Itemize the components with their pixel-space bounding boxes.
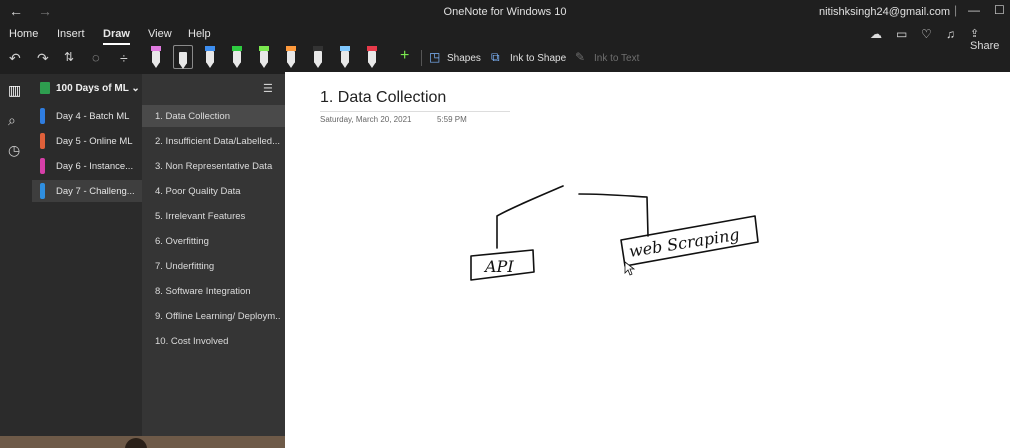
- pen-orange-icon[interactable]: [285, 45, 297, 69]
- toolbar-divider: [421, 50, 422, 66]
- section-item[interactable]: Day 4 - Batch ML: [32, 105, 142, 127]
- section-color-tab: [40, 158, 45, 174]
- highlighter-purple-icon[interactable]: [150, 45, 162, 69]
- chevron-down-icon: ⌄: [131, 83, 140, 94]
- notes-icon[interactable]: ▭: [896, 27, 907, 41]
- ink-to-shape-icon[interactable]: ⧉: [491, 50, 500, 65]
- ink-to-text-icon: ✎: [575, 50, 586, 64]
- pen-red-icon[interactable]: [366, 45, 378, 69]
- highlighter-green-icon[interactable]: [258, 45, 270, 69]
- page-label: 6. Overfitting: [155, 236, 209, 247]
- section-item[interactable]: Day 5 - Online ML: [32, 130, 142, 152]
- notebooks-icon[interactable]: ▥: [8, 82, 21, 99]
- pen-green-icon[interactable]: [231, 45, 243, 69]
- section-label: Day 6 - Instance...: [56, 161, 134, 172]
- webcam-overlay: [0, 436, 285, 448]
- pen-black-2-icon[interactable]: [312, 45, 324, 69]
- note-canvas[interactable]: 1. Data Collection Saturday, March 20, 2…: [285, 72, 1010, 448]
- page-list-item[interactable]: 4. Poor Quality Data: [142, 180, 285, 202]
- page-list-item[interactable]: 8. Software Integration: [142, 280, 285, 302]
- section-label: Day 4 - Batch ML: [56, 111, 130, 122]
- page-label: 3. Non Representative Data: [155, 161, 273, 172]
- share-icon: ⇪: [970, 28, 980, 40]
- bell-icon[interactable]: ♫: [946, 27, 955, 41]
- page-list-item[interactable]: 6. Overfitting: [142, 230, 285, 252]
- account-email[interactable]: nitishksingh24@gmail.com: [819, 6, 950, 18]
- page-label: 9. Offline Learning/ Deploym...: [155, 311, 280, 322]
- section-label: Day 5 - Online ML: [56, 136, 133, 147]
- tab-help[interactable]: Help: [188, 28, 211, 40]
- ink-branch-left: [496, 185, 564, 249]
- shapes-icon[interactable]: ◳: [429, 50, 440, 64]
- section-label: Day 7 - Challeng...: [56, 186, 135, 197]
- section-item[interactable]: Day 7 - Challeng...: [32, 180, 142, 202]
- presenter-head: [125, 438, 147, 448]
- ink-drawing[interactable]: API web Scraping: [285, 72, 1010, 448]
- section-color-tab: [40, 133, 45, 149]
- sort-icon[interactable]: ☰: [263, 82, 273, 95]
- lightbulb-icon[interactable]: ♡: [921, 27, 932, 41]
- lasso-select-icon[interactable]: ◌: [92, 50, 100, 65]
- page-label: 5. Irrelevant Features: [155, 211, 246, 222]
- page-label: 7. Underfitting: [155, 261, 215, 272]
- page-label: 2. Insufficient Data/Labelled...: [155, 136, 280, 147]
- pages-panel: 1. Data Collection 2. Insufficient Data/L…: [142, 74, 285, 448]
- sections-panel: 100 Days of ML ⌄ Day 4 - Batch ML Day 5 -…: [32, 74, 142, 448]
- page-list-item[interactable]: 9. Offline Learning/ Deploym...: [142, 305, 285, 327]
- pen-light-blue-icon[interactable]: [339, 45, 351, 69]
- redo-icon[interactable]: ↷: [37, 50, 49, 67]
- tab-home[interactable]: Home: [9, 28, 38, 40]
- page-label: 1. Data Collection: [155, 111, 230, 122]
- page-list-item[interactable]: 7. Underfitting: [142, 255, 285, 277]
- insert-space-icon[interactable]: ÷: [120, 50, 128, 66]
- page-label: 4. Poor Quality Data: [155, 186, 241, 197]
- tab-insert[interactable]: Insert: [57, 28, 85, 40]
- recent-clock-icon[interactable]: ◷: [8, 142, 20, 159]
- draw-toolbar: ↶ ↷ ⇅ ◌ ÷ + ◳ Shapes ⧉ Ink to Shape ✎ In…: [0, 44, 1010, 72]
- separator-icon: |: [954, 3, 958, 17]
- nav-rail: ▥ ⌕ ◷: [0, 74, 32, 448]
- ribbon-tabs: Home Insert Draw View Help ☁ ▭ ♡ ♫ ⇪ Sha…: [0, 24, 1010, 52]
- page-list-item[interactable]: 1. Data Collection: [142, 105, 285, 127]
- minimize-icon[interactable]: —: [968, 3, 980, 17]
- notebook-icon: [40, 82, 50, 94]
- section-color-tab: [40, 183, 45, 199]
- title-bar: ← → OneNote for Windows 10 nitishksingh2…: [0, 0, 1010, 24]
- section-item[interactable]: Day 6 - Instance...: [32, 155, 142, 177]
- search-icon[interactable]: ⌕: [8, 112, 16, 129]
- ink-to-text-button: Ink to Text: [594, 53, 640, 64]
- page-list-item[interactable]: 2. Insufficient Data/Labelled...: [142, 130, 285, 152]
- page-label: 8. Software Integration: [155, 286, 251, 297]
- ink-to-shape-button[interactable]: Ink to Shape: [510, 53, 566, 64]
- ink-branch-right: [578, 193, 649, 237]
- page-list-item[interactable]: 10. Cost Involved: [142, 330, 285, 352]
- pen-blue-icon[interactable]: [204, 45, 216, 69]
- page-list-item[interactable]: 5. Irrelevant Features: [142, 205, 285, 227]
- maximize-icon[interactable]: ☐: [994, 3, 1005, 17]
- section-color-tab: [40, 108, 45, 124]
- sync-icon[interactable]: ☁: [870, 27, 882, 41]
- type-select-icon[interactable]: ⇅: [64, 50, 74, 64]
- page-label: 10. Cost Involved: [155, 336, 229, 347]
- undo-icon[interactable]: ↶: [9, 50, 21, 67]
- ink-text-api: API: [483, 257, 514, 276]
- tab-view[interactable]: View: [148, 28, 172, 40]
- add-pen-icon[interactable]: +: [400, 47, 409, 65]
- tab-draw[interactable]: Draw: [103, 28, 130, 45]
- notebook-name: 100 Days of ML: [56, 83, 129, 94]
- pen-black-icon[interactable]: [173, 45, 193, 69]
- shapes-button[interactable]: Shapes: [447, 53, 481, 64]
- page-list-item[interactable]: 3. Non Representative Data: [142, 155, 285, 177]
